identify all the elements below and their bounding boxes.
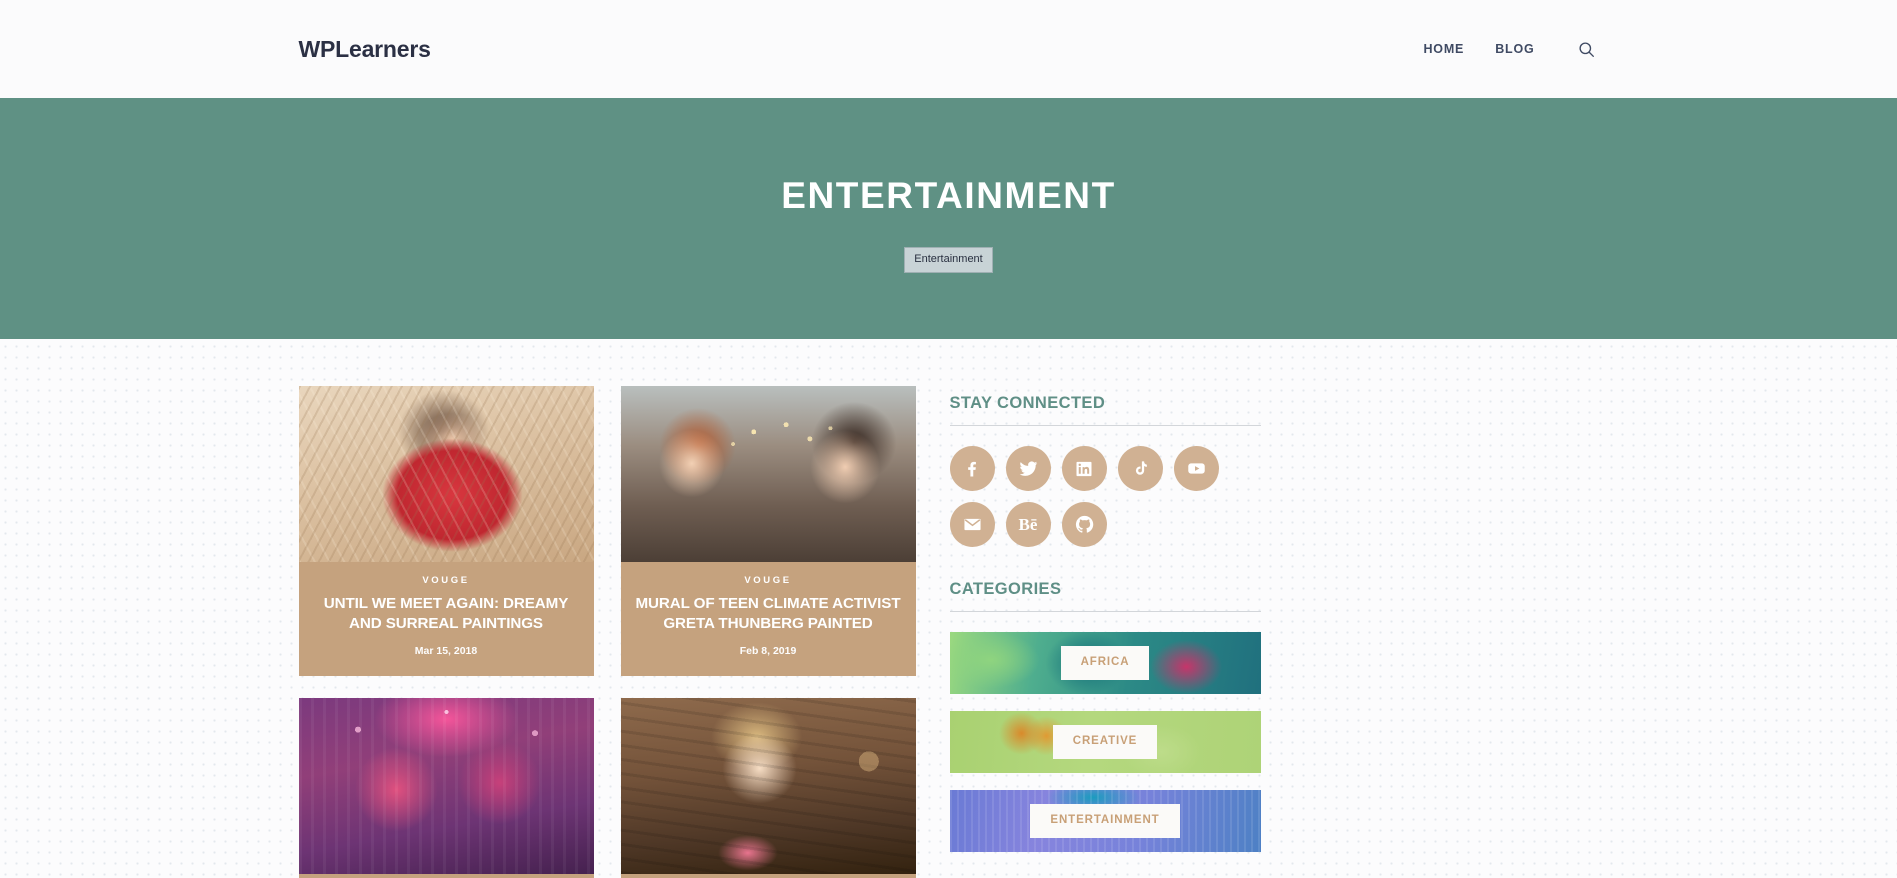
article-card-body: HEALTH TO PROVE ELECTRIC CAR SAFETY, [621, 874, 916, 878]
tiktok-icon[interactable] [1117, 446, 1163, 491]
article-card[interactable]: VOUGE UNTIL WE MEET AGAIN: DREAMY AND SU… [298, 386, 594, 677]
site-header: WPLearners HOME BLOG [0, 0, 1897, 98]
article-card-body: VOUGE MURAL OF TEEN CLIMATE ACTIVIST GRE… [621, 562, 916, 676]
article-title: UNTIL WE MEET AGAIN: DREAMY AND SURREAL … [323, 595, 569, 633]
widget-title-categories: CATEGORIES [949, 580, 1261, 612]
behance-icon[interactable]: Bē [1005, 502, 1051, 547]
twitter-icon[interactable] [1005, 446, 1051, 491]
article-category-label: VOUGE [422, 575, 470, 586]
category-label: ENTERTAINMENT [1030, 804, 1180, 838]
article-card[interactable]: HEALTH TO PROVE ELECTRIC CAR SAFETY, [620, 698, 916, 878]
category-label: AFRICA [1060, 646, 1150, 680]
email-icon[interactable] [949, 502, 995, 547]
breadcrumb: Entertainment [904, 246, 993, 273]
facebook-icon[interactable] [949, 446, 995, 491]
page-content-wrapper: VOUGE UNTIL WE MEET AGAIN: DREAMY AND SU… [229, 339, 1669, 878]
widget-title-stay-connected: STAY CONNECTED [949, 394, 1261, 426]
article-thumbnail-image [620, 386, 916, 562]
youtube-icon[interactable] [1173, 446, 1219, 491]
article-thumbnail-image [620, 698, 916, 875]
widget-stay-connected: STAY CONNECTED Bē [949, 394, 1261, 547]
article-date: Mar 15, 2018 [414, 645, 478, 658]
header-inner: WPLearners HOME BLOG [229, 36, 1669, 63]
breadcrumb-item-entertainment[interactable]: Entertainment [904, 246, 993, 273]
page-hero-banner: ENTERTAINMENT Entertainment [0, 98, 1897, 339]
article-card[interactable]: VOUGE VINTAGE CHRISTMAS ADS FOR AVON [298, 698, 594, 878]
article-date: Feb 8, 2019 [739, 645, 797, 658]
category-card-entertainment[interactable]: ENTERTAINMENT [949, 790, 1261, 852]
article-thumbnail-image [298, 698, 594, 875]
article-grid: VOUGE UNTIL WE MEET AGAIN: DREAMY AND SU… [298, 386, 916, 878]
category-card-creative[interactable]: CREATIVE [949, 711, 1261, 773]
site-brand-logo[interactable]: WPLearners [299, 36, 431, 63]
article-card-body: VOUGE UNTIL WE MEET AGAIN: DREAMY AND SU… [299, 562, 594, 676]
nav-item-blog[interactable]: BLOG [1495, 42, 1534, 56]
behance-glyph: Bē [1018, 515, 1038, 534]
github-icon[interactable] [1061, 502, 1107, 547]
sidebar: STAY CONNECTED Bē CATEGORIES AFRICA CREA… [949, 386, 1261, 878]
social-links-grid: Bē [949, 446, 1261, 547]
search-icon[interactable] [1574, 41, 1599, 58]
article-card[interactable]: VOUGE MURAL OF TEEN CLIMATE ACTIVIST GRE… [620, 386, 916, 677]
article-thumbnail-image [298, 386, 594, 562]
primary-navigation: HOME BLOG [1423, 41, 1598, 58]
nav-item-home[interactable]: HOME [1423, 42, 1464, 56]
article-category-label: VOUGE [744, 575, 792, 586]
article-card-body: VOUGE VINTAGE CHRISTMAS ADS FOR AVON [299, 874, 594, 878]
category-label: CREATIVE [1052, 725, 1158, 759]
category-card-africa[interactable]: AFRICA [949, 632, 1261, 694]
linkedin-icon[interactable] [1061, 446, 1107, 491]
article-title: MURAL OF TEEN CLIMATE ACTIVIST GRETA THU… [635, 595, 901, 633]
page-title: ENTERTAINMENT [781, 174, 1116, 216]
widget-categories: CATEGORIES AFRICA CREATIVE ENTERTAINMENT [949, 580, 1261, 852]
